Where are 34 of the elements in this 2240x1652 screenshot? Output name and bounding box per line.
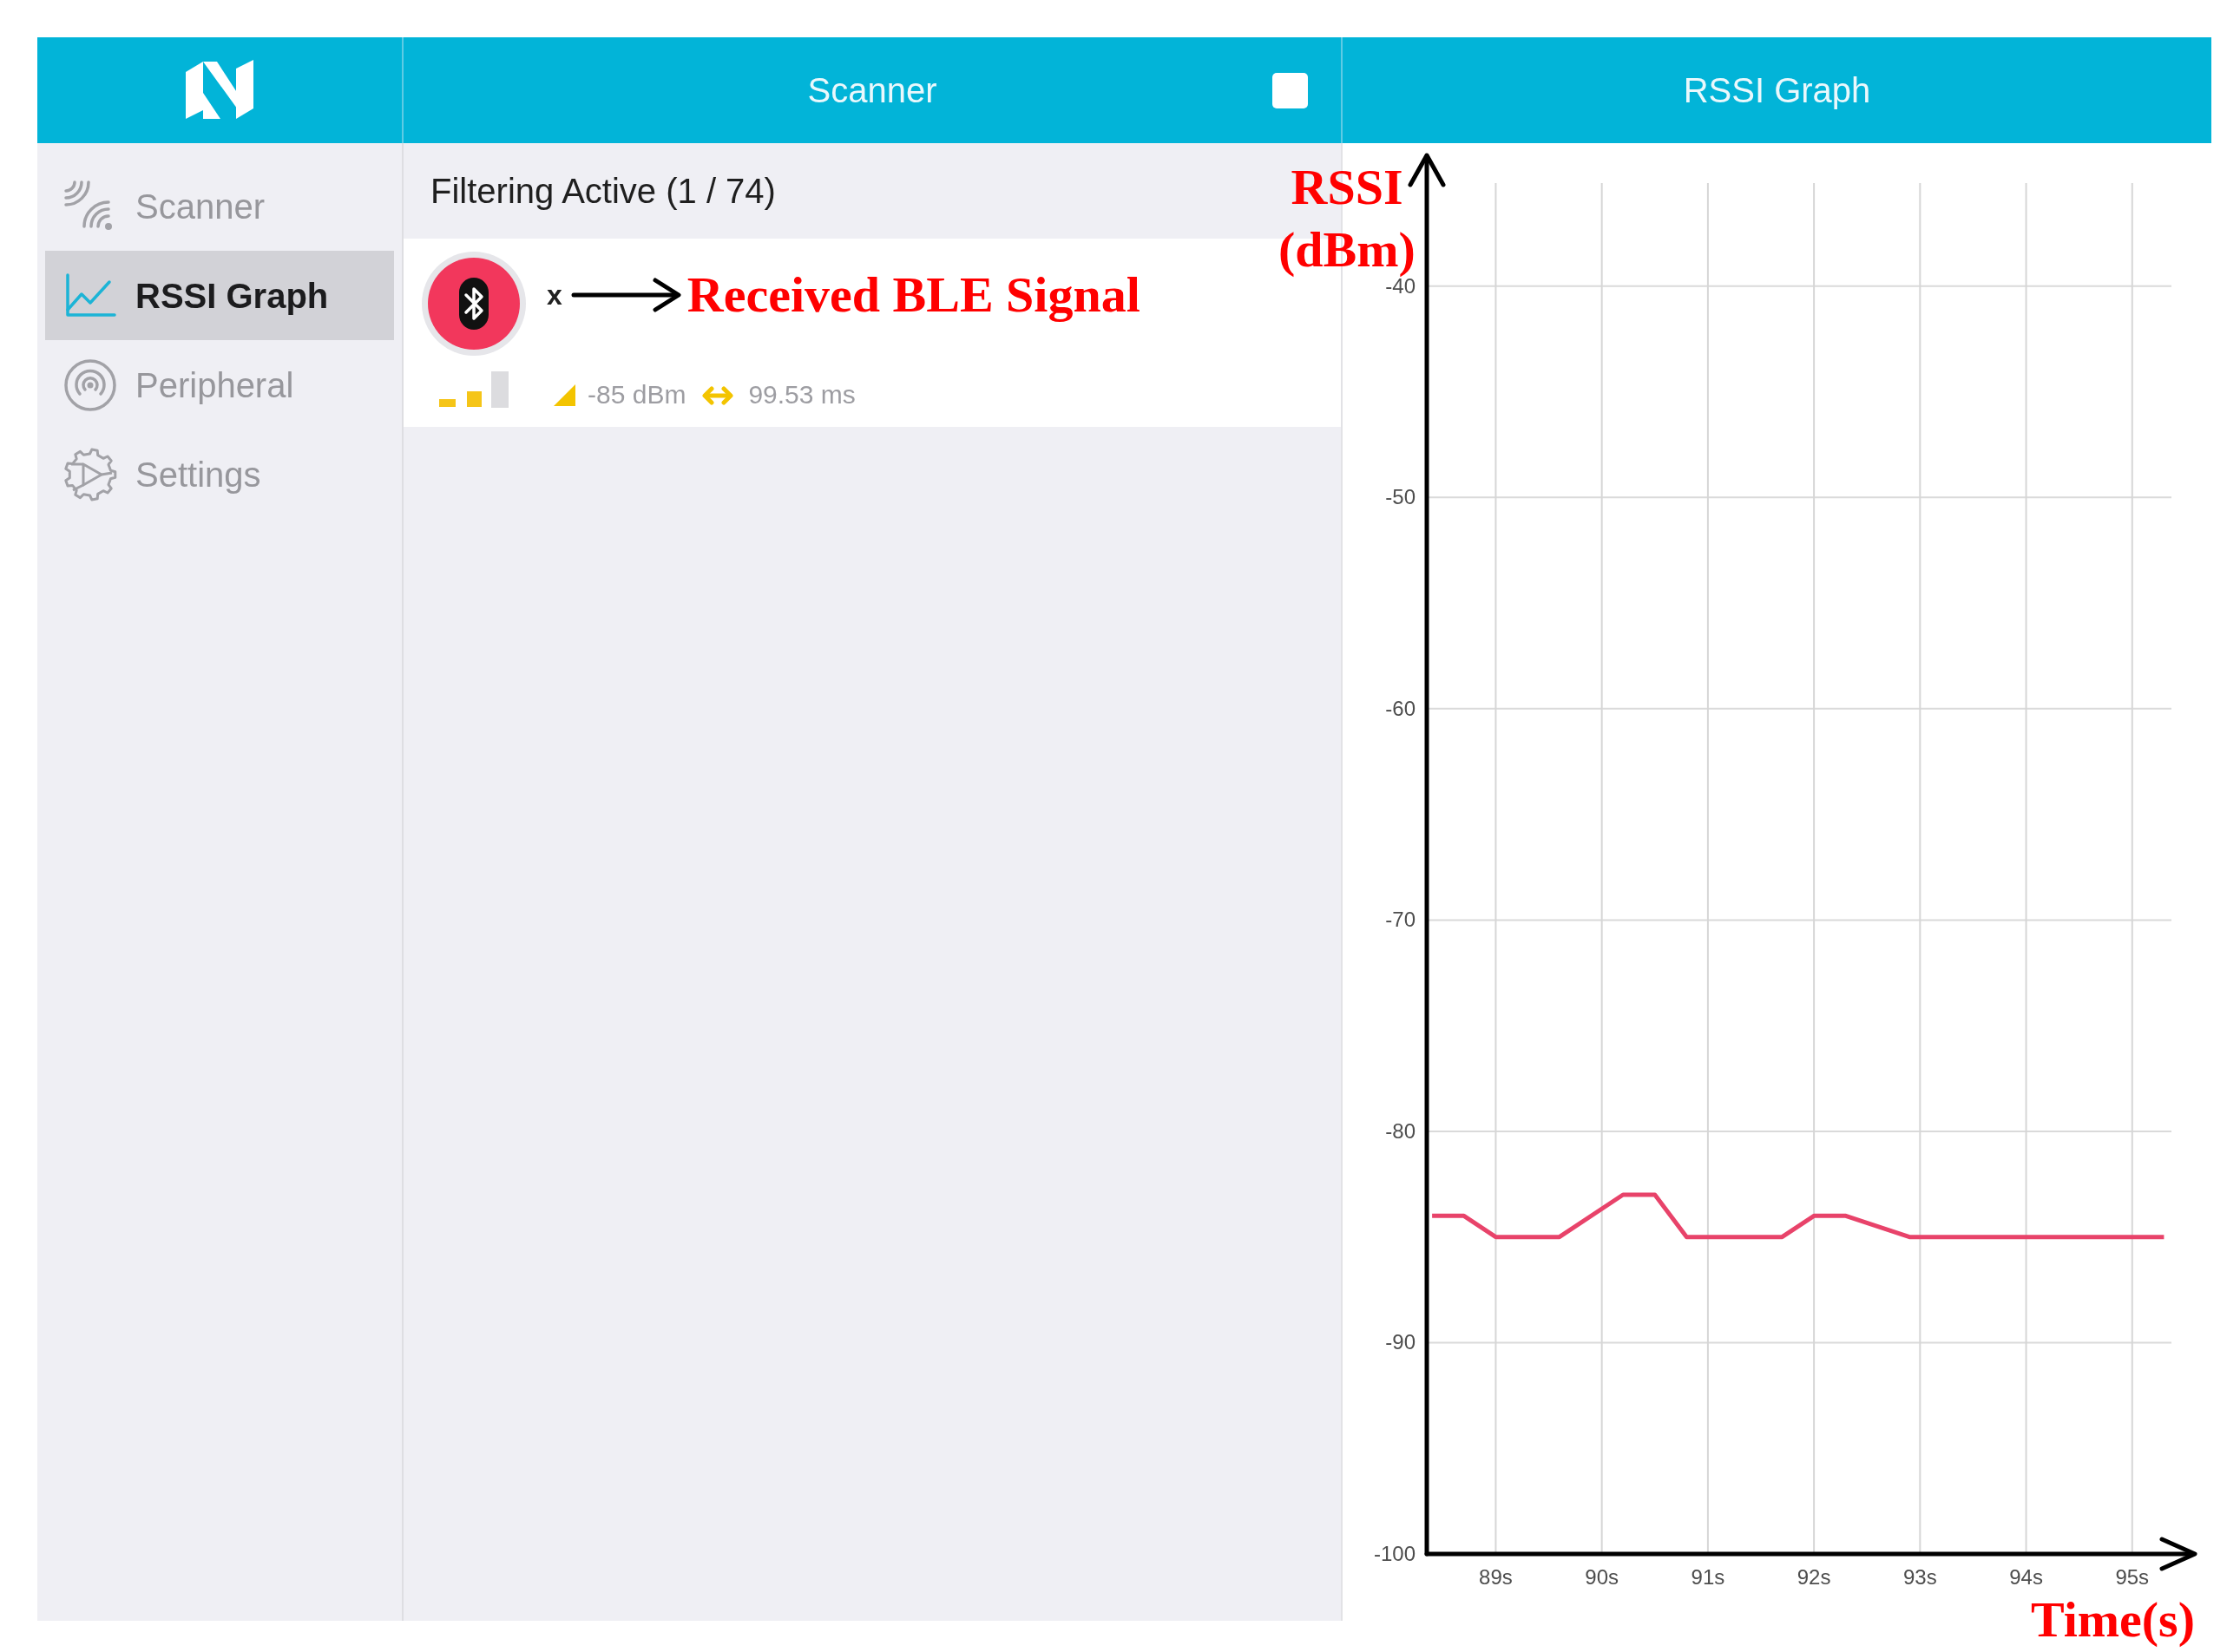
axis-tick-label: -80 (1385, 1118, 1416, 1143)
sidebar-item[interactable]: Scanner (45, 161, 394, 251)
rssi-value: -85 dBm (588, 382, 686, 408)
axis-tick-label: -100 (1373, 1542, 1416, 1565)
x-axis-title: Time(s) (2031, 1595, 2195, 1645)
filter-status: Filtering Active (1 / 74) (430, 174, 776, 208)
axis-tick-label: 91s (1691, 1565, 1725, 1589)
sidebar-item[interactable]: Settings (45, 429, 394, 519)
stop-icon (1272, 72, 1308, 108)
interval-value: 99.53 ms (748, 382, 856, 408)
axis-tick-label: -70 (1385, 908, 1416, 932)
annotation-label: Received BLE Signal (686, 270, 1140, 320)
axis-tick-label: -50 (1385, 485, 1416, 509)
broadcast-icon (62, 357, 118, 413)
signal-triangle-icon (554, 384, 575, 406)
gear-icon (62, 446, 118, 502)
double-arrow-icon (701, 386, 735, 405)
axis-tick-label: -90 (1385, 1330, 1416, 1354)
nav-title: RSSI Graph (1683, 73, 1871, 108)
signal-bars-icon (439, 371, 509, 408)
bluetooth-icon (422, 252, 526, 356)
axis-tick-label: 90s (1585, 1565, 1619, 1589)
axis-tick-label: 89s (1479, 1565, 1513, 1589)
axis-tick-label: 92s (1797, 1565, 1831, 1589)
device-name: x (547, 281, 562, 309)
nav-title: Scanner (807, 73, 937, 108)
arrow-icon (570, 276, 682, 314)
sidebar-item[interactable]: RSSI Graph (45, 251, 394, 340)
axis-tick-label: 94s (2009, 1565, 2043, 1589)
axis-tick-label: 93s (1903, 1565, 1937, 1589)
axis-tick-label: -60 (1385, 696, 1416, 720)
sidebar-item[interactable]: Peripheral (45, 340, 394, 429)
axis-tick-label: 95s (2115, 1565, 2150, 1589)
stop-button[interactable] (1271, 70, 1310, 110)
